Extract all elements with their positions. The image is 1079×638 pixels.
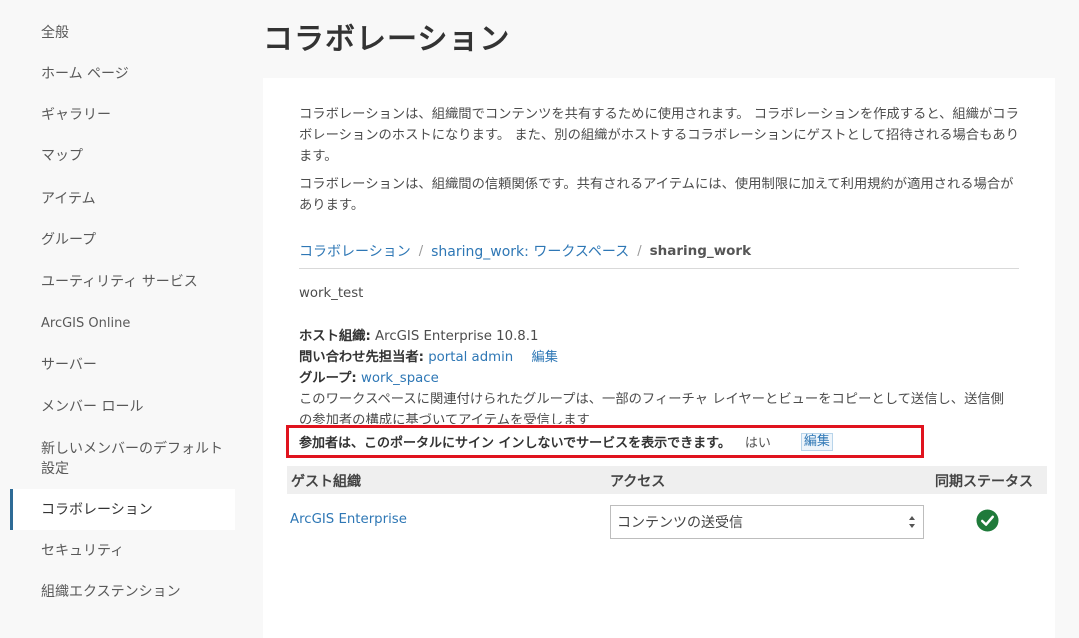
table-header: ゲスト組織 アクセス 同期ステータス bbox=[287, 466, 1047, 494]
column-header-access: アクセス bbox=[610, 474, 666, 490]
sidebar-item-servers[interactable]: サーバー bbox=[10, 344, 235, 385]
select-arrows-icon bbox=[909, 516, 915, 528]
intro-paragraph-1: コラボレーションは、組織間でコンテンツを共有するために使用されます。 コラボレー… bbox=[299, 107, 1019, 164]
access-select[interactable]: コンテンツの送受信 bbox=[610, 505, 924, 539]
sidebar-item-org-extensions[interactable]: 組織エクステンション bbox=[10, 571, 235, 612]
guest-org-link[interactable]: ArcGIS Enterprise bbox=[290, 512, 407, 527]
sidebar-item-security[interactable]: セキュリティ bbox=[10, 530, 235, 571]
host-org-line: ホスト組織: ArcGIS Enterprise 10.8.1 bbox=[299, 326, 538, 347]
sidebar-item-gallery[interactable]: ギャラリー bbox=[10, 94, 235, 135]
sidebar-item-home-page[interactable]: ホーム ページ bbox=[10, 53, 235, 94]
page-title: コラボレーション bbox=[263, 22, 511, 57]
column-header-guest-org: ゲスト組織 bbox=[291, 474, 361, 490]
column-header-sync-status: 同期ステータス bbox=[935, 474, 1033, 490]
breadcrumb-separator: / bbox=[418, 243, 424, 259]
sidebar-item-general[interactable]: 全般 bbox=[10, 12, 235, 53]
breadcrumb-collaboration-link[interactable]: コラボレーション bbox=[299, 241, 411, 261]
sidebar-item-map[interactable]: マップ bbox=[10, 135, 235, 176]
check-circle-icon bbox=[976, 509, 999, 532]
breadcrumb-workspace-link[interactable]: sharing_work: ワークスペース bbox=[431, 241, 629, 261]
contact-label: 問い合わせ先担当者: bbox=[299, 350, 424, 365]
contact-edit-link[interactable]: 編集 bbox=[531, 350, 558, 365]
sidebar-item-utility-services[interactable]: ユーティリティ サービス bbox=[10, 261, 235, 302]
group-label: グループ: bbox=[299, 371, 357, 386]
guest-view-line: 参加者は、このポータルにサイン インしないでサービスを表示できます。 はい 編集 bbox=[299, 432, 833, 451]
group-value-link[interactable]: work_space bbox=[361, 371, 439, 386]
sidebar-item-arcgis-online[interactable]: ArcGIS Online bbox=[10, 303, 235, 344]
contact-value-link[interactable]: portal admin bbox=[428, 350, 513, 365]
contact-line: 問い合わせ先担当者: portal admin 編集 bbox=[299, 347, 558, 368]
guest-view-edit-button[interactable]: 編集 bbox=[800, 432, 833, 451]
sidebar-item-collaboration[interactable]: コラボレーション bbox=[10, 489, 235, 530]
divider bbox=[299, 268, 1019, 269]
breadcrumb-separator: / bbox=[637, 243, 642, 259]
sidebar-item-groups[interactable]: グループ bbox=[10, 219, 235, 260]
workspace-description: このワークスペースに関連付けられたグループは、一部のフィーチャ レイヤーとビュー… bbox=[299, 392, 1004, 424]
sidebar: 全般 ホーム ページ ギャラリー マップ アイテム グループ ユーティリティ サ… bbox=[0, 0, 240, 622]
access-select-value: コンテンツの送受信 bbox=[617, 515, 743, 531]
breadcrumb-current: sharing_work bbox=[649, 243, 752, 259]
sidebar-item-items[interactable]: アイテム bbox=[10, 178, 235, 219]
host-org-label: ホスト組織: bbox=[299, 329, 371, 344]
sidebar-item-new-member-defaults[interactable]: 新しいメンバーのデフォルト設定 bbox=[10, 437, 235, 481]
group-line: グループ: work_space bbox=[299, 368, 439, 389]
guest-view-label: 参加者は、このポータルにサイン インしないでサービスを表示できます。 bbox=[299, 436, 731, 451]
sidebar-item-member-roles[interactable]: メンバー ロール bbox=[10, 386, 235, 427]
workspace-name: work_test bbox=[299, 286, 364, 301]
intro-paragraph-2: コラボレーションは、組織間の信頼関係です。共有されるアイテムには、使用制限に加え… bbox=[299, 177, 1014, 213]
breadcrumb: コラボレーション / sharing_work: ワークスペース / shari… bbox=[299, 241, 751, 261]
guest-view-value: はい bbox=[744, 436, 771, 451]
host-org-value: ArcGIS Enterprise 10.8.1 bbox=[375, 329, 539, 344]
